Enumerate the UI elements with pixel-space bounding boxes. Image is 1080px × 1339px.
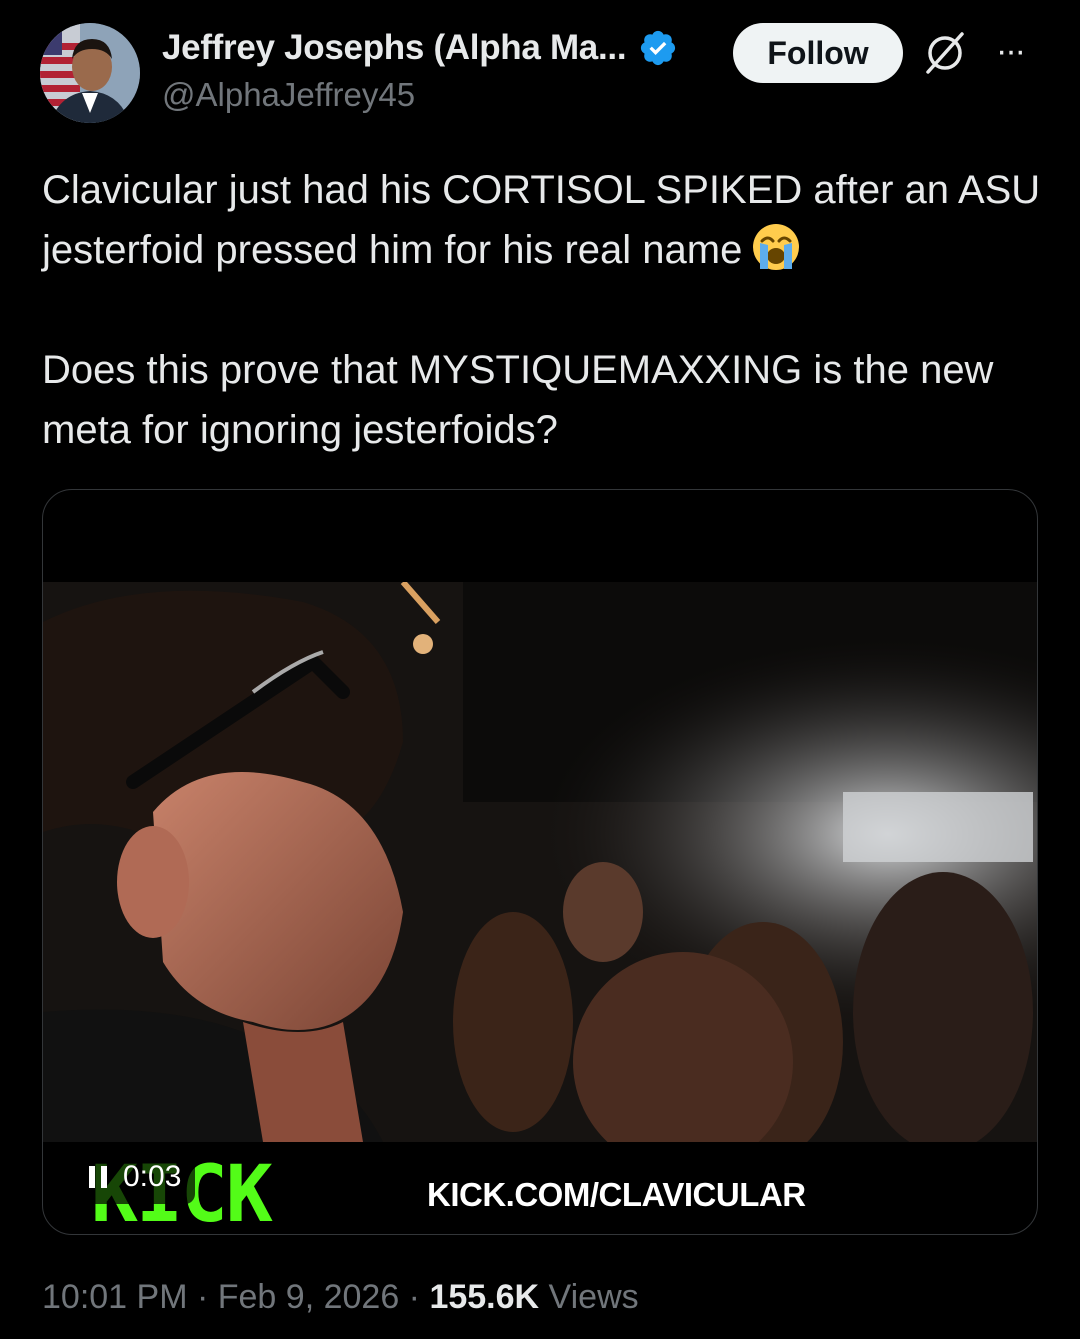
tweet-text: Clavicular just had his CORTISOL SPIKED … (42, 160, 1042, 460)
tweet-paragraph-1-text: Clavicular just had his CORTISOL SPIKED … (42, 168, 1041, 272)
avatar[interactable] (40, 23, 140, 123)
more-options-icon[interactable]: ··· (996, 34, 1026, 68)
views-label: Views (548, 1278, 639, 1316)
tweet-paragraph-1: Clavicular just had his CORTISOL SPIKED … (42, 160, 1042, 280)
meta-separator: · (187, 1278, 218, 1316)
meta-separator-2: · (399, 1278, 430, 1316)
author-handle[interactable]: @AlphaJeffrey45 (162, 76, 415, 114)
video-frame[interactable] (43, 582, 1037, 1142)
video-still-image (43, 582, 1037, 1142)
tweet-page: Jeffrey Josephs (Alpha Ma... @AlphaJeffr… (0, 0, 1080, 1339)
views-count[interactable]: 155.6K (429, 1278, 539, 1316)
video-player[interactable]: KICK KICK.COM/CLAVICULAR 0:03 (42, 489, 1038, 1235)
grok-icon[interactable] (922, 30, 968, 76)
tweet-paragraph-2: Does this prove that MYSTIQUEMAXXING is … (42, 348, 994, 452)
verified-badge-icon[interactable] (638, 28, 678, 68)
follow-button[interactable]: Follow (733, 23, 903, 83)
video-timestamp: 0:03 (123, 1160, 182, 1193)
loudly-crying-face-emoji-icon (753, 224, 800, 270)
avatar-image (40, 23, 140, 123)
tweet-time[interactable]: 10:01 PM (42, 1278, 188, 1316)
author-display-name[interactable]: Jeffrey Josephs (Alpha Ma... (162, 28, 627, 68)
author-name-row: Jeffrey Josephs (Alpha Ma... (162, 26, 678, 70)
video-time-badge[interactable]: 0:03 (75, 1150, 196, 1204)
kick-channel-url: KICK.COM/CLAVICULAR (427, 1176, 806, 1213)
tweet-meta: 10:01 PM · Feb 9, 2026 · 155.6K Views (42, 1278, 639, 1317)
pause-icon[interactable] (89, 1166, 107, 1188)
tweet-date[interactable]: Feb 9, 2026 (218, 1278, 399, 1316)
